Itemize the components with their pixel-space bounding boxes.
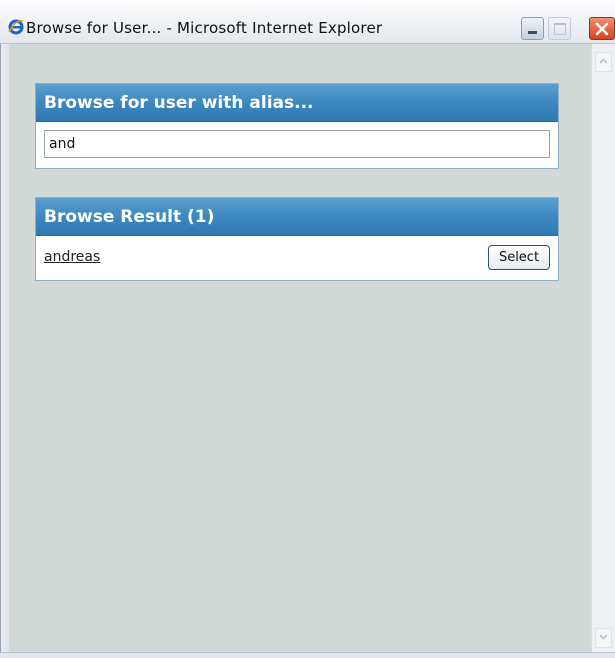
close-icon (595, 22, 609, 36)
window-left-border (0, 44, 9, 658)
result-alias-link[interactable]: andreas (44, 249, 100, 265)
search-panel-header: Browse for user with alias... (36, 84, 558, 122)
result-panel: Browse Result (1) andreas Select (35, 197, 559, 281)
chevron-down-icon (599, 634, 608, 640)
title-bar[interactable]: Browse for User... - Microsoft Internet … (0, 0, 615, 44)
ie-icon (8, 17, 24, 35)
close-button[interactable] (589, 17, 615, 40)
minimize-icon (528, 31, 537, 34)
chevron-up-icon (599, 58, 608, 64)
scroll-down-button[interactable] (595, 628, 612, 648)
vertical-scrollbar[interactable] (591, 44, 615, 652)
search-panel: Browse for user with alias... (35, 83, 559, 169)
result-row: andreas Select (36, 236, 558, 280)
maximize-button[interactable] (548, 17, 571, 40)
window-title: Browse for User... - Microsoft Internet … (26, 19, 383, 37)
browser-window: Browse for User... - Microsoft Internet … (0, 0, 615, 658)
scroll-up-button[interactable] (595, 52, 612, 72)
maximize-icon (554, 23, 566, 35)
select-button[interactable]: Select (488, 245, 550, 270)
result-panel-header: Browse Result (1) (36, 198, 558, 236)
minimize-button[interactable] (521, 17, 544, 40)
window-bottom-border (0, 652, 615, 658)
alias-search-input[interactable] (44, 130, 550, 158)
